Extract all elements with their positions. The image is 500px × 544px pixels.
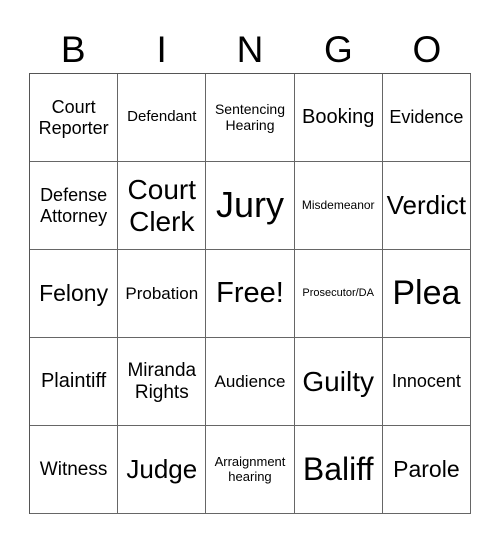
bingo-cell[interactable]: Prosecutor/DA [294, 250, 383, 338]
bingo-cell[interactable]: Defendant [118, 74, 207, 162]
header-letter-n: N [236, 29, 264, 70]
bingo-cell[interactable]: Evidence [382, 74, 471, 162]
bingo-cell[interactable]: Free! [206, 250, 295, 338]
bingo-cell[interactable]: Court Reporter [30, 74, 119, 162]
header-letter-b: B [60, 29, 86, 70]
bingo-grid: Court Reporter Defendant Sentencing Hearin… [29, 73, 471, 514]
bingo-cell[interactable]: Witness [30, 426, 119, 514]
bingo-cell[interactable]: Plea [382, 250, 471, 338]
bingo-cell[interactable]: Sentencing Hearing [206, 74, 295, 162]
bingo-cell[interactable]: Felony [30, 250, 119, 338]
bingo-cell[interactable]: Probation [118, 250, 207, 338]
bingo-cell[interactable]: Booking [294, 74, 383, 162]
bingo-cell[interactable]: Guilty [294, 338, 383, 426]
bingo-cell[interactable]: Court Clerk [118, 162, 207, 250]
bingo-cell[interactable]: Parole [382, 426, 471, 514]
bingo-cell[interactable]: Misdemeanor [294, 162, 383, 250]
header-letter-o: O [412, 29, 442, 70]
bingo-cell[interactable]: Baliff [294, 426, 383, 514]
bingo-cell[interactable]: Defense Attorney [30, 162, 119, 250]
header-letter-i: I [156, 29, 167, 70]
bingo-cell[interactable]: Verdict [382, 162, 471, 250]
bingo-cell[interactable]: Plaintiff [30, 338, 119, 426]
bingo-cell[interactable]: Miranda Rights [118, 338, 207, 426]
bingo-cell[interactable]: Innocent [382, 338, 471, 426]
bingo-cell[interactable]: Audience [206, 338, 295, 426]
bingo-cell[interactable]: Jury [206, 162, 295, 250]
header-letter-g: G [324, 29, 353, 70]
bingo-cell[interactable]: Arraignment hearing [206, 426, 295, 514]
bingo-header: B I N G O [29, 28, 471, 72]
bingo-cell[interactable]: Judge [118, 426, 207, 514]
